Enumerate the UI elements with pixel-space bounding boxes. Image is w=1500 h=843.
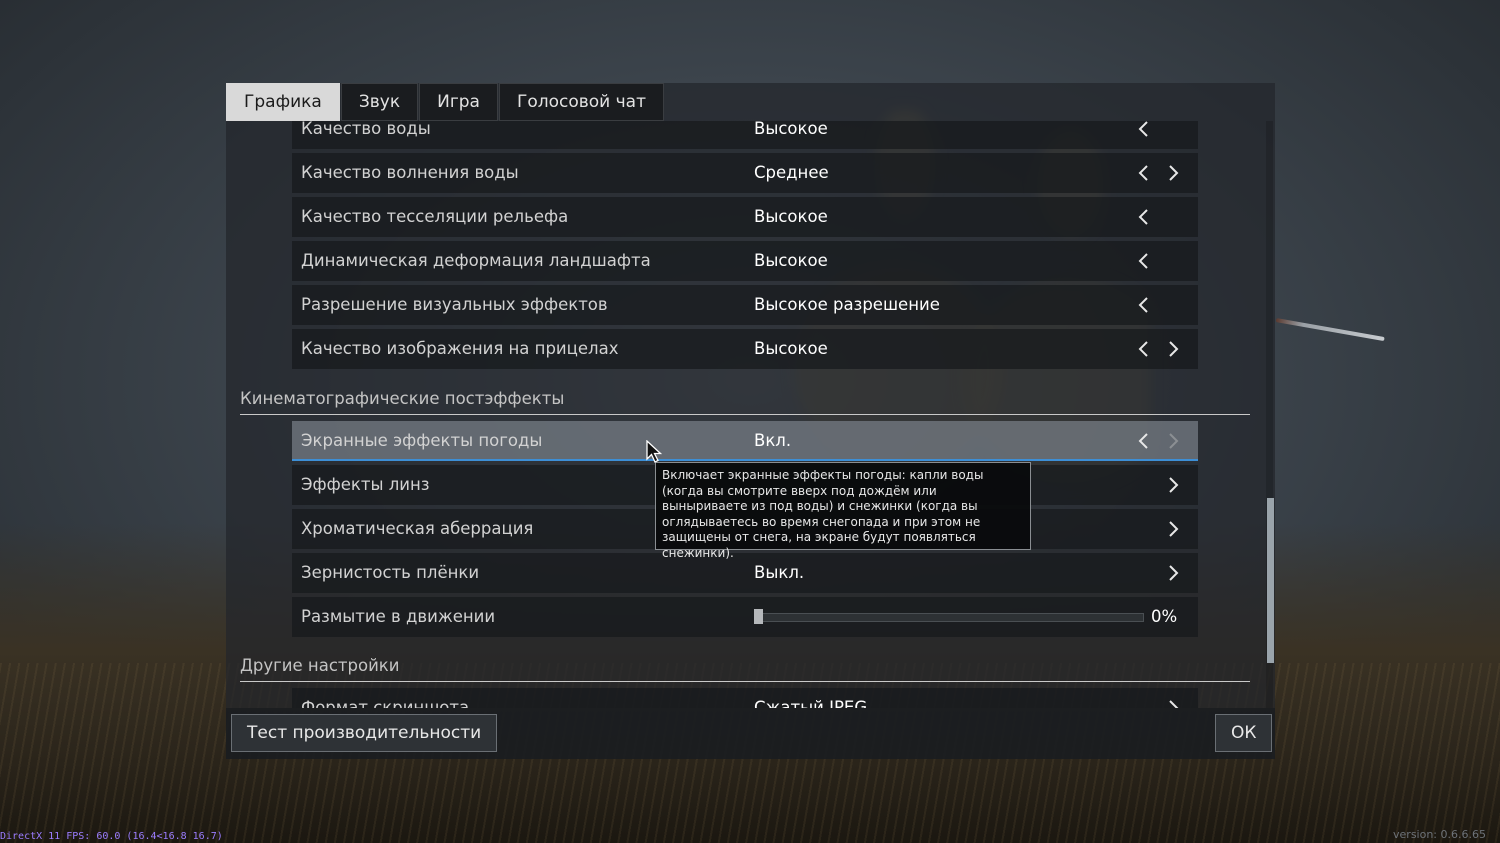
chevron-right-icon[interactable] bbox=[1163, 518, 1185, 540]
chevron-left-icon[interactable] bbox=[1132, 162, 1154, 184]
ok-button[interactable]: ОК bbox=[1215, 714, 1273, 752]
row-terrain-deformation[interactable]: Динамическая деформация ландшафта Высоко… bbox=[292, 241, 1198, 281]
background-bayonet bbox=[1275, 318, 1385, 342]
tab-voice-chat[interactable]: Голосовой чат bbox=[498, 83, 664, 121]
row-water-quality[interactable]: Качество воды Высокое bbox=[292, 121, 1198, 149]
row-wave-quality[interactable]: Качество волнения воды Среднее bbox=[292, 153, 1198, 193]
footer-bar: Тест производительности ОК bbox=[226, 708, 1275, 759]
tab-game[interactable]: Игра bbox=[419, 83, 498, 121]
chevron-right-icon[interactable] bbox=[1163, 697, 1185, 708]
row-screen-weather-effects[interactable]: Экранные эффекты погоды Вкл. bbox=[292, 421, 1198, 461]
chevron-left-icon[interactable] bbox=[1132, 294, 1154, 316]
row-label: Зернистость плёнки bbox=[301, 563, 480, 582]
row-value: Вкл. bbox=[754, 431, 792, 450]
chevron-right-icon[interactable] bbox=[1163, 474, 1185, 496]
motion-blur-slider-track[interactable] bbox=[754, 613, 1144, 622]
tab-graphics[interactable]: Графика bbox=[226, 83, 340, 121]
fps-counter: DirectX 11 FPS: 60.0 (16.4<16.8 16.7) bbox=[0, 831, 223, 842]
chevron-left-icon[interactable] bbox=[1132, 121, 1154, 140]
row-value: Сжатый JPEG bbox=[754, 698, 868, 708]
row-value: Высокое bbox=[754, 339, 828, 358]
row-label: Качество изображения на прицелах bbox=[301, 339, 619, 358]
settings-list: Качество воды Высокое Качество волнения … bbox=[226, 121, 1275, 708]
row-value: Среднее bbox=[754, 163, 829, 182]
benchmark-button[interactable]: Тест производительности bbox=[231, 714, 498, 752]
row-label: Формат скриншота bbox=[301, 698, 470, 708]
row-label: Качество волнения воды bbox=[301, 163, 519, 182]
chevron-left-icon[interactable] bbox=[1132, 430, 1154, 452]
row-value: Высокое bbox=[754, 207, 828, 226]
row-label: Качество тесселяции рельефа bbox=[301, 207, 569, 226]
scrollbar-thumb[interactable] bbox=[1267, 498, 1274, 663]
chevron-right-icon[interactable] bbox=[1163, 562, 1185, 584]
row-label: Размытие в движении bbox=[301, 607, 496, 626]
chevron-right-icon[interactable] bbox=[1163, 338, 1185, 360]
row-motion-blur[interactable]: Размытие в движении 0% bbox=[292, 597, 1198, 637]
motion-blur-slider-handle[interactable] bbox=[754, 609, 763, 624]
chevron-right-icon[interactable] bbox=[1163, 430, 1185, 452]
row-film-grain[interactable]: Зернистость плёнки Выкл. bbox=[292, 553, 1198, 593]
row-value: Выкл. bbox=[754, 563, 805, 582]
row-vfx-resolution[interactable]: Разрешение визуальных эффектов Высокое р… bbox=[292, 285, 1198, 325]
row-label: Хроматическая аберрация bbox=[301, 519, 534, 538]
chevron-left-icon[interactable] bbox=[1132, 206, 1154, 228]
row-value: Высокое разрешение bbox=[754, 295, 940, 314]
tooltip-weather-effects: Включает экранные эффекты погоды: капли … bbox=[655, 462, 1031, 560]
section-heading-other: Другие настройки bbox=[240, 656, 1250, 682]
section-heading-cinematic: Кинематографические постэффекты bbox=[240, 389, 1250, 415]
row-value: Высокое bbox=[754, 251, 828, 270]
tab-sound[interactable]: Звук bbox=[340, 83, 419, 121]
chevron-right-icon[interactable] bbox=[1163, 162, 1185, 184]
chevron-left-icon[interactable] bbox=[1132, 338, 1154, 360]
row-scope-quality[interactable]: Качество изображения на прицелах Высокое bbox=[292, 329, 1198, 369]
row-terrain-tessellation[interactable]: Качество тесселяции рельефа Высокое bbox=[292, 197, 1198, 237]
row-label: Разрешение визуальных эффектов bbox=[301, 295, 608, 314]
settings-window: Графика Звук Игра Голосовой чат Качество… bbox=[226, 83, 1275, 759]
motion-blur-value: 0% bbox=[1151, 607, 1178, 626]
row-label: Эффекты линз bbox=[301, 475, 430, 494]
tab-bar: Графика Звук Игра Голосовой чат bbox=[226, 83, 665, 121]
row-screenshot-format[interactable]: Формат скриншота Сжатый JPEG bbox=[292, 688, 1198, 708]
row-value: Высокое bbox=[754, 121, 828, 138]
row-label: Экранные эффекты погоды bbox=[301, 431, 543, 450]
version-label: version: 0.6.6.65 bbox=[1393, 828, 1486, 841]
row-label: Качество воды bbox=[301, 121, 431, 138]
mouse-cursor-icon bbox=[646, 440, 662, 463]
row-label: Динамическая деформация ландшафта bbox=[301, 251, 651, 270]
chevron-left-icon[interactable] bbox=[1132, 250, 1154, 272]
